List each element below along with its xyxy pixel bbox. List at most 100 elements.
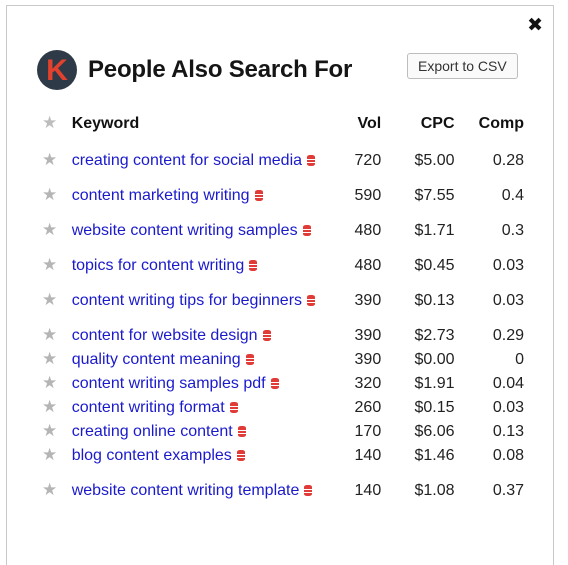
keyword-link[interactable]: content writing tips for beginners (72, 292, 302, 309)
vol-cell: 720 (354, 152, 382, 169)
database-icon[interactable] (254, 190, 263, 201)
keyword-link[interactable]: website content writing samples (72, 222, 298, 239)
vol-cell: 480 (354, 222, 382, 239)
database-icon[interactable] (237, 426, 246, 437)
star-cell: ★ (38, 324, 72, 348)
comp-cell: 0.13 (492, 423, 524, 440)
star-icon[interactable]: ★ (38, 255, 57, 275)
close-icon[interactable]: ✖ (527, 16, 543, 35)
keyword-link[interactable]: content marketing writing (72, 187, 250, 204)
database-icon[interactable] (304, 485, 313, 496)
table-row: ★ content marketing writing 590 $7.55 0.4 (38, 184, 524, 208)
database-icon[interactable] (307, 295, 316, 306)
cpc-cell: $1.08 (414, 482, 455, 499)
cpc-cell: $0.45 (414, 257, 455, 274)
star-cell: ★ (38, 184, 72, 208)
database-icon[interactable] (262, 330, 271, 341)
keyword-cell: creating online content (72, 420, 336, 444)
keyword-cell: content writing format (72, 396, 336, 420)
keyword-table-body: ★ creating content for social media 720 $5.… (38, 138, 524, 514)
keyword-link[interactable]: content for website design (72, 327, 258, 344)
table-row: ★ website content writing template 140 $1.0… (38, 468, 524, 514)
header-star-cell: ★ (38, 110, 72, 138)
database-icon[interactable] (245, 354, 254, 365)
cpc-cell: $1.71 (414, 222, 455, 239)
vol-cell: 590 (354, 187, 382, 204)
keyword-cell: blog content examples (72, 444, 336, 468)
keyword-link[interactable]: content writing format (72, 399, 225, 416)
star-cell: ★ (38, 208, 72, 254)
cpc-cell: $0.15 (414, 399, 455, 416)
star-icon[interactable]: ★ (38, 421, 57, 441)
keyword-cell: topics for content writing (72, 254, 336, 278)
keyword-link[interactable]: content writing samples pdf (72, 375, 266, 392)
column-header-comp[interactable]: Comp (455, 110, 524, 138)
star-icon[interactable]: ★ (38, 445, 57, 465)
database-icon[interactable] (229, 402, 238, 413)
comp-cell: 0.29 (492, 327, 524, 344)
star-icon[interactable]: ★ (38, 220, 57, 240)
star-icon[interactable]: ★ (38, 150, 57, 170)
keyword-cell: website content writing template (72, 468, 336, 514)
star-cell: ★ (38, 444, 72, 468)
keyword-link[interactable]: topics for content writing (72, 257, 245, 274)
star-cell: ★ (38, 138, 72, 184)
database-icon[interactable] (302, 225, 311, 236)
panel-title: People Also Search For (88, 56, 353, 83)
keyword-cell: creating content for social media (72, 138, 336, 184)
table-row: ★ quality content meaning 390 $0.00 0 (38, 348, 524, 372)
comp-cell: 0.28 (492, 152, 524, 169)
star-cell: ★ (38, 278, 72, 324)
comp-cell: 0.08 (492, 447, 524, 464)
star-cell: ★ (38, 468, 72, 514)
table-row: ★ content writing samples pdf 320 $1.91 0.04 (38, 372, 524, 396)
star-icon[interactable]: ★ (38, 373, 57, 393)
comp-cell: 0.04 (492, 375, 524, 392)
cpc-cell: $2.73 (414, 327, 455, 344)
star-icon[interactable]: ★ (38, 480, 57, 500)
cpc-cell: $0.13 (414, 292, 455, 309)
star-icon[interactable]: ★ (38, 325, 57, 345)
star-cell: ★ (38, 254, 72, 278)
keyword-cell: content writing tips for beginners (72, 278, 336, 324)
cpc-cell: $1.91 (414, 375, 455, 392)
export-csv-button[interactable]: Export to CSV (407, 53, 518, 79)
column-header-keyword[interactable]: Keyword (72, 110, 336, 138)
comp-cell: 0.03 (492, 292, 524, 309)
star-cell: ★ (38, 372, 72, 396)
keyword-table: ★ Keyword Vol CPC Comp ★ creating content… (38, 110, 524, 514)
star-icon[interactable]: ★ (38, 113, 57, 133)
keyword-link[interactable]: website content writing template (72, 482, 300, 499)
keyword-link[interactable]: quality content meaning (72, 351, 241, 368)
keyword-link[interactable]: creating content for social media (72, 152, 302, 169)
cpc-cell: $0.00 (414, 351, 455, 368)
table-row: ★ blog content examples 140 $1.46 0.08 (38, 444, 524, 468)
cpc-cell: $5.00 (414, 152, 455, 169)
star-icon[interactable]: ★ (38, 290, 57, 310)
cpc-cell: $6.06 (414, 423, 455, 440)
database-icon[interactable] (307, 155, 316, 166)
vol-cell: 480 (354, 257, 382, 274)
cpc-cell: $7.55 (414, 187, 455, 204)
column-header-vol[interactable]: Vol (336, 110, 382, 138)
star-icon[interactable]: ★ (38, 185, 57, 205)
database-icon[interactable] (249, 260, 258, 271)
table-row: ★ content writing tips for beginners 390 $0… (38, 278, 524, 324)
vol-cell: 390 (354, 351, 382, 368)
keyword-cell: content marketing writing (72, 184, 336, 208)
star-icon[interactable]: ★ (38, 349, 57, 369)
keyword-link[interactable]: blog content examples (72, 447, 232, 464)
table-row: ★ topics for content writing 480 $0.45 0.03 (38, 254, 524, 278)
database-icon[interactable] (236, 450, 245, 461)
database-icon[interactable] (270, 378, 279, 389)
column-header-cpc[interactable]: CPC (381, 110, 455, 138)
table-row: ★ content writing format 260 $0.15 0.03 (38, 396, 524, 420)
keywords-everywhere-logo: K (37, 50, 77, 90)
vol-cell: 320 (354, 375, 382, 392)
comp-cell: 0.37 (492, 482, 524, 499)
star-icon[interactable]: ★ (38, 397, 57, 417)
keyword-link[interactable]: creating online content (72, 423, 233, 440)
vol-cell: 170 (354, 423, 382, 440)
panel-header: K People Also Search For (37, 50, 352, 90)
keyword-cell: content writing samples pdf (72, 372, 336, 396)
